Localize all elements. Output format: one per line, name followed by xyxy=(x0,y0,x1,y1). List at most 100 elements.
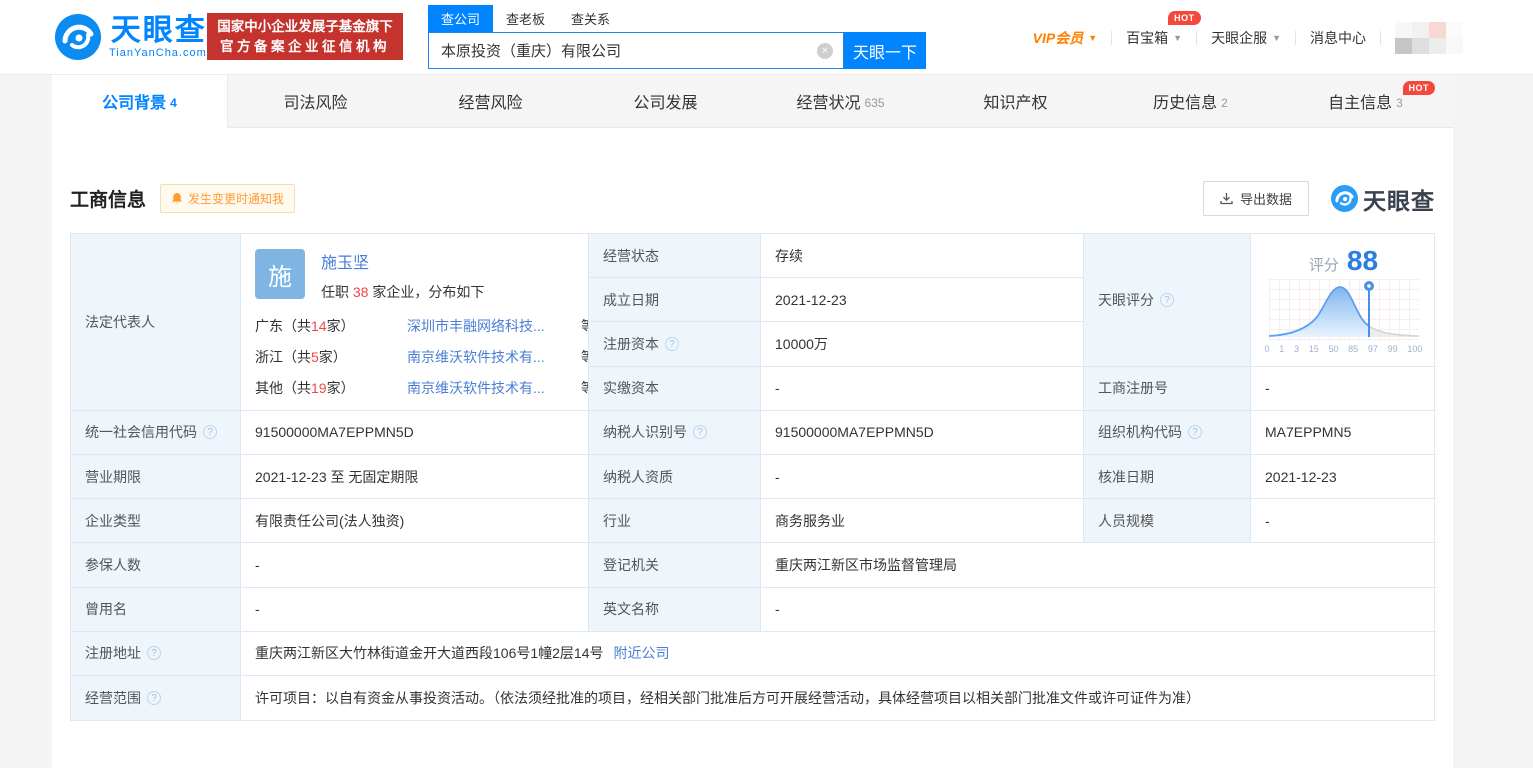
label-text: 组织机构代码 xyxy=(1098,424,1182,441)
help-icon[interactable]: ? xyxy=(693,425,707,440)
help-icon[interactable]: ? xyxy=(665,336,679,351)
label-staff-size: 人员规模 xyxy=(1084,499,1251,544)
label-tianyan-score: 天眼评分? xyxy=(1084,234,1251,367)
export-data-button[interactable]: 导出数据 xyxy=(1202,181,1309,216)
chevron-down-icon: ▼ xyxy=(1272,32,1281,43)
help-icon[interactable]: ? xyxy=(1188,425,1202,440)
value-text: - xyxy=(775,601,780,618)
value-text: - xyxy=(255,601,260,618)
badge-line1: 国家中小企业发展子基金旗下 xyxy=(217,18,393,34)
nav-messages-label: 消息中心 xyxy=(1310,29,1366,46)
tab-label: 经营风险 xyxy=(458,95,523,112)
search-tab-boss[interactable]: 查老板 xyxy=(493,5,558,32)
paren: （共 xyxy=(283,349,311,365)
value-text: 2021-12-23 xyxy=(775,291,847,308)
hot-badge: HOT xyxy=(1168,10,1201,25)
value-text: MA7EPPMN5 xyxy=(1265,424,1352,441)
tab-label: 知识产权 xyxy=(983,95,1048,112)
nearby-companies-link[interactable]: 附近公司 xyxy=(614,643,670,663)
top-nav: VIP会员 ▼ HOT 百宝箱 ▼ 天眼企服 ▼ 消息中心 xyxy=(1033,0,1463,75)
region: 其他 xyxy=(255,380,283,396)
tab-label: 公司背景 xyxy=(102,95,167,112)
paren: 家） xyxy=(326,380,355,396)
section-title: 工商信息 xyxy=(70,190,147,211)
value-text: 重庆两江新区市场监督管理局 xyxy=(775,556,957,573)
value-text: 91500000MA7EPPMN5D xyxy=(255,424,414,441)
value-operating-status: 存续 xyxy=(761,234,1084,279)
label-registry-authority: 登记机关 xyxy=(589,543,761,588)
region-count: 5 xyxy=(311,349,319,365)
nav-vip-member[interactable]: VIP会员 ▼ xyxy=(1033,28,1098,48)
tab-operating-status[interactable]: 经营状况 635 xyxy=(753,75,928,128)
company-link[interactable]: 南京维沃软件技术有... xyxy=(407,347,573,367)
paren: 家） xyxy=(318,349,347,365)
label-former-name: 曾用名 xyxy=(71,587,241,632)
label-text: 注册资本 xyxy=(603,335,659,352)
tab-self-info[interactable]: 自主信息 3 HOT xyxy=(1278,75,1453,128)
tick: 100 xyxy=(1407,344,1423,355)
search-tab-company[interactable]: 查公司 xyxy=(428,5,494,32)
tab-intellectual-property[interactable]: 知识产权 xyxy=(928,75,1103,128)
tianyan-score-cell[interactable]: 评分 88 0 1 3 15 50 85 97 99 100 xyxy=(1251,234,1436,367)
nav-enterprise-label: 天眼企服 xyxy=(1211,29,1268,46)
label-establish-date: 成立日期 xyxy=(589,278,761,323)
nav-message-center[interactable]: 消息中心 xyxy=(1310,28,1366,48)
user-avatar-censored[interactable] xyxy=(1395,21,1463,54)
notify-button-label: 发生变更时通知我 xyxy=(188,192,285,206)
tianyancha-logo[interactable]: 天眼查 TianYanCha.com xyxy=(55,14,207,60)
nav-toolbox[interactable]: HOT 百宝箱 ▼ xyxy=(1126,10,1201,48)
tick: 15 xyxy=(1308,344,1319,355)
label-business-term: 营业期限 xyxy=(71,454,241,500)
company-link[interactable]: 深圳市丰融网络科技... xyxy=(407,316,573,336)
nav-toolbox-label: 百宝箱 xyxy=(1126,29,1169,46)
tick: 3 xyxy=(1293,344,1299,355)
tab-operating-risk[interactable]: 经营风险 xyxy=(403,75,578,128)
top-header: 天眼查 TianYanCha.com 国家中小企业发展子基金旗下 官方备案企业征… xyxy=(0,0,1533,75)
paren: （共 xyxy=(283,318,311,334)
value-taxpayer-id: 91500000MA7EPPMN5D xyxy=(761,410,1084,455)
chevron-down-icon: ▼ xyxy=(1088,32,1098,43)
clear-search-icon[interactable]: × xyxy=(817,42,833,59)
label-insured-count: 参保人数 xyxy=(71,543,241,588)
help-icon[interactable]: ? xyxy=(147,646,161,661)
value-taxpayer-quality: - xyxy=(761,454,1084,500)
distribution-row: 浙江（共5家） 南京维沃软件技术有... 等 xyxy=(255,347,588,367)
paren: 家） xyxy=(326,318,355,334)
label-text: 纳税人识别号 xyxy=(603,424,687,441)
tab-count: 635 xyxy=(864,95,885,110)
search-submit-button[interactable]: 天眼一下 xyxy=(844,32,926,69)
legal-rep-name-link[interactable]: 施玉坚 xyxy=(321,255,369,272)
tick: 97 xyxy=(1367,344,1378,355)
region-count: 14 xyxy=(311,318,327,334)
tab-judicial-risk[interactable]: 司法风险 xyxy=(228,75,403,128)
tab-label: 经营状况 xyxy=(796,95,861,112)
value-text: 2021-12-23 至 无固定期限 xyxy=(255,468,419,485)
search-tab-relation[interactable]: 查关系 xyxy=(558,5,623,32)
tab-history-info[interactable]: 历史信息 2 xyxy=(1103,75,1278,128)
nav-vip-label: VIP会员 xyxy=(1032,29,1084,46)
value-text: - xyxy=(255,556,260,573)
company-link[interactable]: 南京维沃软件技术有... xyxy=(407,378,573,398)
gov-certification-badge: 国家中小企业发展子基金旗下 官方备案企业征信机构 xyxy=(207,13,403,60)
label-company-type: 企业类型 xyxy=(71,499,241,544)
tab-company-background[interactable]: 公司背景 4 xyxy=(52,75,228,128)
nav-enterprise-service[interactable]: 天眼企服 ▼ xyxy=(1211,28,1281,48)
hot-badge: HOT xyxy=(1402,81,1435,95)
help-icon[interactable]: ? xyxy=(1160,292,1174,307)
tab-label: 公司发展 xyxy=(633,95,698,112)
value-text: 商务服务业 xyxy=(775,512,845,529)
help-icon[interactable]: ? xyxy=(147,690,161,705)
tab-count: 2 xyxy=(1221,95,1228,110)
divider xyxy=(1380,30,1381,45)
score-caption: 评分 xyxy=(1308,257,1339,275)
value-text: 2021-12-23 xyxy=(1265,468,1337,485)
label-credit-code: 统一社会信用代码? xyxy=(71,410,241,455)
help-icon[interactable]: ? xyxy=(203,425,217,440)
value-credit-code: 91500000MA7EPPMN5D xyxy=(241,410,589,455)
notify-on-change-button[interactable]: 发生变更时通知我 xyxy=(160,184,296,213)
tenure-count: 38 xyxy=(352,284,369,300)
etc-text: 等 xyxy=(581,347,588,367)
tab-company-development[interactable]: 公司发展 xyxy=(578,75,753,128)
search-input[interactable] xyxy=(429,42,799,59)
avatar[interactable]: 施 xyxy=(255,249,305,299)
